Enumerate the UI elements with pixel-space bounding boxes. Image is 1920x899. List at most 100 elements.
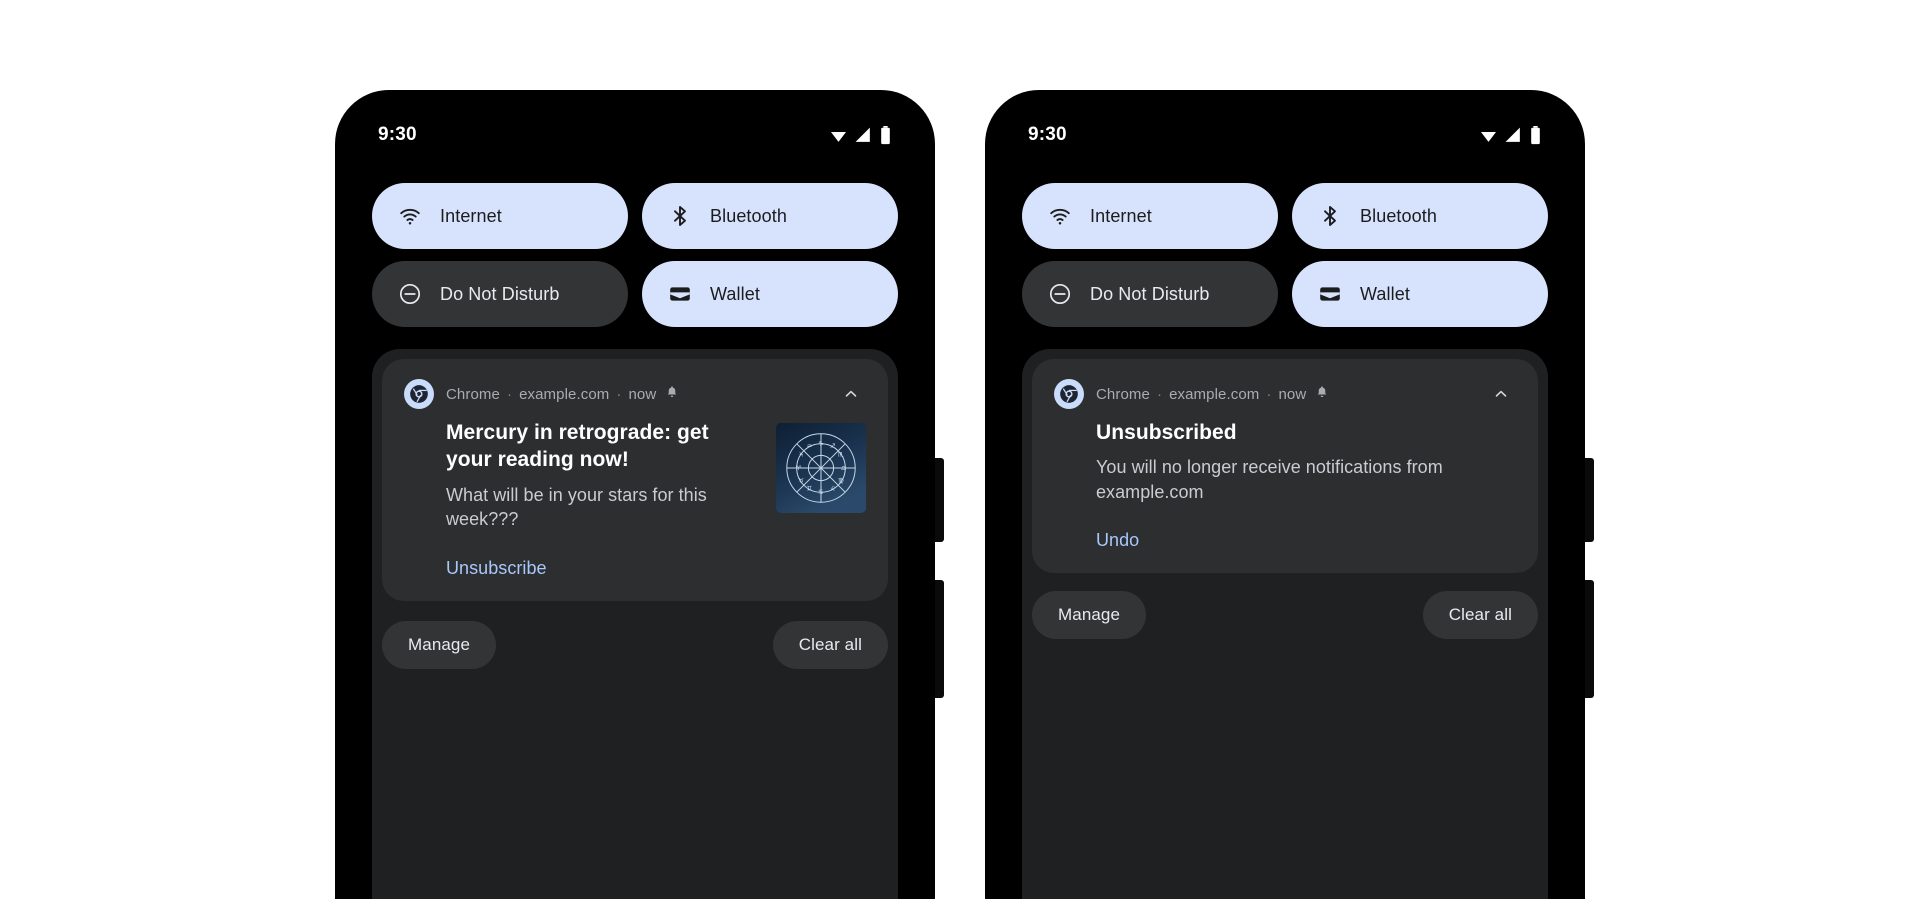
wifi-icon bbox=[1048, 204, 1072, 228]
status-clock: 9:30 bbox=[1028, 124, 1067, 145]
qs-label-do-not-disturb: Do Not Disturb bbox=[1090, 283, 1210, 304]
bluetooth-icon bbox=[1318, 204, 1342, 228]
status-icon-group bbox=[1479, 125, 1542, 145]
qs-tile-bluetooth[interactable]: Bluetooth bbox=[1292, 183, 1548, 249]
phone-mockup-before: 9:30 Internet Bluetooth Do Not Disturb W… bbox=[335, 90, 944, 899]
phone-mockup-after: 9:30 Internet Bluetooth Do Not Disturb W… bbox=[985, 90, 1594, 899]
meta-separator: · bbox=[1156, 385, 1163, 403]
notification-card[interactable]: Chrome · example.com · now bbox=[382, 359, 888, 601]
chevron-up-icon[interactable] bbox=[836, 379, 866, 409]
svg-text:♏: ♏ bbox=[838, 451, 844, 458]
qs-tile-wallet[interactable]: Wallet bbox=[1292, 261, 1548, 327]
bluetooth-icon bbox=[668, 204, 692, 228]
do-not-disturb-icon bbox=[398, 282, 422, 306]
svg-text:♈: ♈ bbox=[796, 465, 802, 472]
chrome-icon bbox=[404, 379, 434, 409]
qs-label-internet: Internet bbox=[1090, 205, 1152, 226]
notification-message: You will no longer receive notifications… bbox=[1096, 457, 1443, 502]
wallet-icon bbox=[668, 282, 692, 306]
status-bar: 9:30 bbox=[344, 99, 926, 171]
notification-title: Mercury in retrograde: get your reading … bbox=[446, 421, 709, 472]
notification-time: now bbox=[1278, 385, 1307, 403]
qs-label-wallet: Wallet bbox=[710, 283, 760, 304]
cellular-signal-icon bbox=[854, 126, 873, 145]
notification-header: Chrome · example.com · now bbox=[404, 379, 866, 409]
wifi-icon bbox=[398, 204, 422, 228]
notification-time: now bbox=[628, 385, 657, 403]
svg-text:♍: ♍ bbox=[838, 477, 844, 484]
notification-text-block: Unsubscribed You will no longer receive … bbox=[1096, 419, 1516, 504]
unsubscribe-link[interactable]: Unsubscribe bbox=[446, 558, 547, 579]
qs-tile-wallet[interactable]: Wallet bbox=[642, 261, 898, 327]
qs-tile-internet[interactable]: Internet bbox=[372, 183, 628, 249]
battery-icon bbox=[879, 125, 892, 145]
svg-text:♋: ♋ bbox=[818, 489, 824, 496]
wifi-icon bbox=[829, 126, 848, 145]
bell-icon bbox=[665, 385, 679, 403]
quick-settings-grid: Internet Bluetooth Do Not Disturb Wallet bbox=[1022, 183, 1548, 327]
volume-rocker-button[interactable] bbox=[935, 580, 944, 698]
chevron-up-icon[interactable] bbox=[1486, 379, 1516, 409]
notification-source: example.com bbox=[519, 385, 610, 403]
phone-screen-after: 9:30 Internet Bluetooth Do Not Disturb W… bbox=[994, 99, 1576, 899]
notification-title: Unsubscribed bbox=[1096, 421, 1237, 444]
clear-all-button[interactable]: Clear all bbox=[772, 621, 888, 669]
svg-text:♒: ♒ bbox=[806, 443, 812, 450]
notification-app-name: Chrome bbox=[446, 385, 500, 403]
status-icon-group bbox=[829, 125, 892, 145]
notification-body: Unsubscribed You will no longer receive … bbox=[1054, 419, 1516, 504]
svg-text:♊: ♊ bbox=[806, 486, 812, 493]
cellular-signal-icon bbox=[1504, 126, 1523, 145]
wifi-icon bbox=[1479, 126, 1498, 145]
svg-text:♐: ♐ bbox=[830, 443, 836, 450]
meta-separator: · bbox=[506, 385, 513, 403]
notification-card[interactable]: Chrome · example.com · now bbox=[1032, 359, 1538, 574]
manage-button[interactable]: Manage bbox=[1032, 591, 1147, 639]
notification-shade: Chrome · example.com · now bbox=[372, 349, 898, 899]
svg-text:♓: ♓ bbox=[798, 451, 804, 458]
qs-label-do-not-disturb: Do Not Disturb bbox=[440, 283, 560, 304]
qs-label-bluetooth: Bluetooth bbox=[1360, 205, 1437, 226]
svg-text:♌: ♌ bbox=[830, 486, 836, 493]
notification-meta: Chrome · example.com · now bbox=[446, 385, 824, 403]
meta-separator: · bbox=[616, 385, 622, 403]
undo-link[interactable]: Undo bbox=[1096, 530, 1139, 551]
svg-text:♑: ♑ bbox=[818, 441, 824, 448]
volume-rocker-button[interactable] bbox=[1585, 580, 1594, 698]
qs-label-internet: Internet bbox=[440, 205, 502, 226]
phone-screen-before: 9:30 Internet Bluetooth Do Not Disturb W… bbox=[344, 99, 926, 899]
status-bar: 9:30 bbox=[994, 99, 1576, 171]
power-button[interactable] bbox=[935, 458, 944, 542]
svg-text:♉: ♉ bbox=[798, 477, 804, 484]
svg-text:♎: ♎ bbox=[841, 465, 847, 472]
notification-source: example.com bbox=[1169, 385, 1260, 403]
clear-all-button[interactable]: Clear all bbox=[1422, 591, 1538, 639]
shade-footer: Manage Clear all bbox=[382, 621, 888, 669]
notification-header: Chrome · example.com · now bbox=[1054, 379, 1516, 409]
battery-icon bbox=[1529, 125, 1542, 145]
notification-message: What will be in your stars for this week… bbox=[446, 484, 707, 530]
manage-button[interactable]: Manage bbox=[382, 621, 497, 669]
quick-settings-grid: Internet Bluetooth Do Not Disturb Wallet bbox=[372, 183, 898, 327]
notification-text-block: Mercury in retrograde: get your reading … bbox=[446, 419, 758, 532]
bell-icon bbox=[1315, 385, 1329, 403]
shade-footer: Manage Clear all bbox=[1032, 591, 1538, 639]
chrome-icon bbox=[1054, 379, 1084, 409]
notification-body: Mercury in retrograde: get your reading … bbox=[404, 419, 866, 532]
power-button[interactable] bbox=[1585, 458, 1594, 542]
screenshot-canvas: 9:30 Internet Bluetooth Do Not Disturb W… bbox=[0, 0, 1920, 899]
qs-label-wallet: Wallet bbox=[1360, 283, 1410, 304]
notification-app-name: Chrome bbox=[1096, 385, 1150, 403]
meta-separator: · bbox=[1266, 385, 1272, 403]
status-clock: 9:30 bbox=[378, 124, 417, 145]
qs-tile-do-not-disturb[interactable]: Do Not Disturb bbox=[1022, 261, 1278, 327]
qs-tile-internet[interactable]: Internet bbox=[1022, 183, 1278, 249]
qs-tile-do-not-disturb[interactable]: Do Not Disturb bbox=[372, 261, 628, 327]
zodiac-wheel-image: ♑ ♐ ♏ ♎ ♍ ♌ ♋ ♊ ♉ ♈ ♓ ♒ bbox=[776, 423, 866, 513]
do-not-disturb-icon bbox=[1048, 282, 1072, 306]
qs-tile-bluetooth[interactable]: Bluetooth bbox=[642, 183, 898, 249]
notification-meta: Chrome · example.com · now bbox=[1096, 385, 1474, 403]
notification-shade: Chrome · example.com · now bbox=[1022, 349, 1548, 899]
qs-label-bluetooth: Bluetooth bbox=[710, 205, 787, 226]
wallet-icon bbox=[1318, 282, 1342, 306]
